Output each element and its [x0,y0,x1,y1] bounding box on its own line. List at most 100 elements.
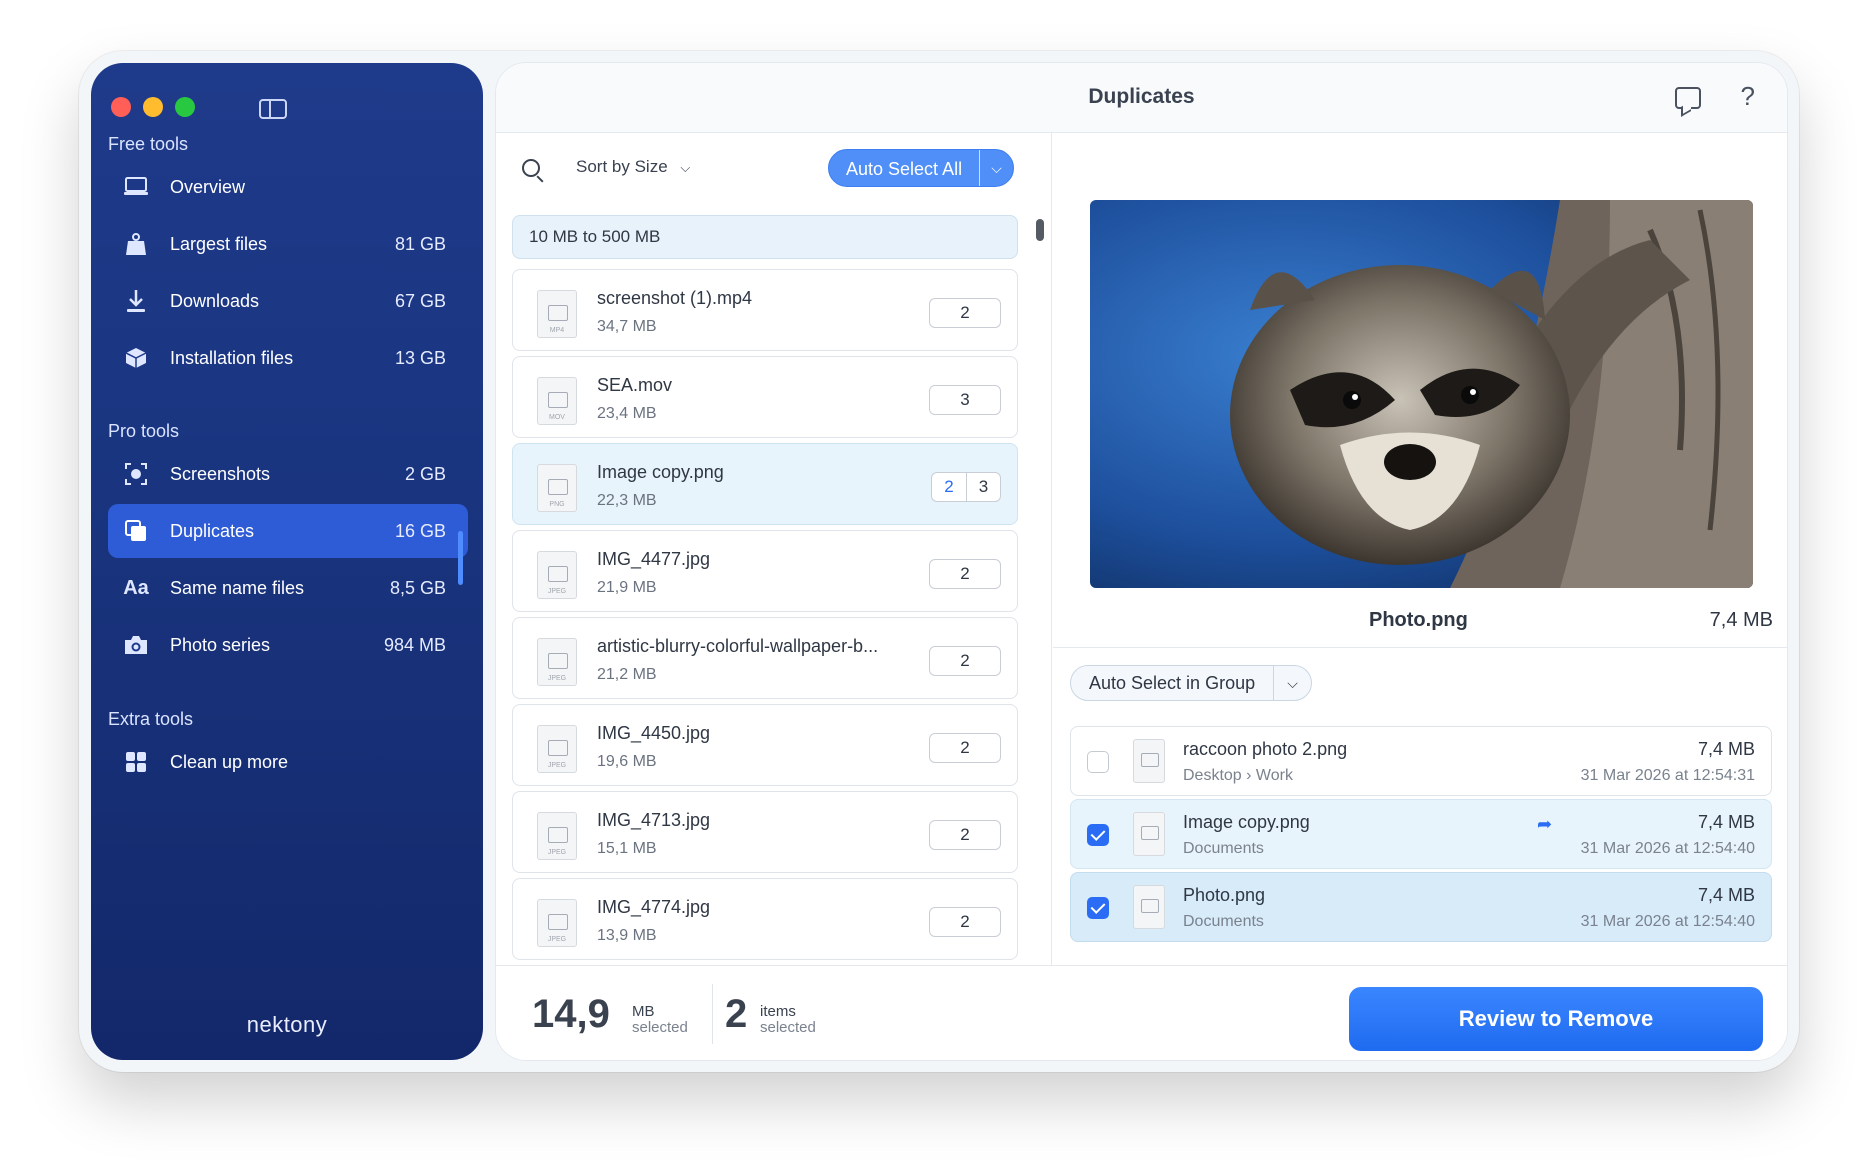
search-icon[interactable] [522,159,540,177]
sidebar-item-photo-series[interactable]: Photo series 984 MB [108,618,468,672]
minimize-window-button[interactable] [143,97,163,117]
select-checkbox-checked[interactable] [1087,897,1109,919]
sidebar-item-size: 2 GB [404,463,446,484]
scrollbar-thumb[interactable] [1036,219,1044,241]
sidebar-item-size: 67 GB [394,290,446,311]
image-file-icon: JPEG [537,812,577,860]
sidebar-item-clean-up-more[interactable]: Clean up more [108,735,468,789]
duplicate-file-name: Image copy.png [1183,812,1310,832]
duplicate-file-row-selected[interactable]: Photo.png Documents 7,4 MB 31 Mar 2026 a… [1070,872,1772,942]
file-row-selected[interactable]: PNG Image copy.png 22,3 MB 2 3 [512,443,1018,525]
sidebar-item-size: 984 MB [383,634,446,655]
file-row[interactable]: MOV SEA.mov 23,4 MB 3 [512,356,1018,438]
grid-icon [122,748,150,776]
sidebar-item-duplicates[interactable]: Duplicates 16 GB [108,504,468,558]
footer-divider [712,984,713,1044]
file-row[interactable]: JPEG IMG_4713.jpg 15,1 MB 2 [512,791,1018,873]
package-icon [122,344,150,372]
preview-panel: Photo.png 7,4 MB Auto Select in Group ⌵ … [1053,133,1787,965]
duplicate-file-date: 31 Mar 2026 at 12:54:40 [1580,840,1755,857]
review-to-remove-button[interactable]: Review to Remove [1349,987,1763,1051]
section-extra-tools: Extra tools [108,709,194,729]
sidebar-item-same-name-files[interactable]: Aa Same name files 8,5 GB [108,561,468,615]
image-file-icon [1133,812,1165,856]
selected-items-value: 2 [725,992,748,1036]
sidebar-item-label: Largest files [170,233,268,254]
selected-size-unit: MB selected [632,1003,688,1036]
file-size: 19,6 MB [597,753,657,770]
chevron-down-icon: ⌵ [680,160,691,175]
sidebar-item-label: Screenshots [170,463,271,484]
zoom-window-button[interactable] [175,97,195,117]
file-size: 13,9 MB [597,927,657,944]
duplicate-count-badge: 3 [929,385,1001,415]
laptop-icon [122,173,150,201]
file-name: Image copy.png [597,462,724,482]
select-checkbox[interactable] [1087,751,1109,773]
image-file-icon: JPEG [537,899,577,947]
duplicate-count-badge: 2 [929,820,1001,850]
footer-bar: 14,9 MB selected 2 items selected Review… [496,965,1787,1060]
duplicate-file-date: 31 Mar 2026 at 12:54:40 [1580,913,1755,930]
size-group-header[interactable]: 10 MB to 500 MB [512,215,1018,259]
selected-count: 2 [944,477,954,496]
file-row[interactable]: JPEG IMG_4450.jpg 19,6 MB 2 [512,704,1018,786]
image-file-icon: JPEG [537,725,577,773]
section-pro-tools: Pro tools [108,421,180,441]
selected-items-unit: items selected [760,1003,816,1036]
sort-dropdown[interactable]: Sort by Size ⌵ [576,157,690,177]
duplicate-file-path: Documents [1183,913,1264,930]
sidebar-item-label: Downloads [170,290,260,311]
auto-select-all-button[interactable]: Auto Select All ⌵ [828,149,1015,187]
duplicate-count-badge: 2 [929,298,1001,328]
sidebar-item-largest-files[interactable]: Largest files 81 GB [108,217,468,271]
feedback-icon[interactable] [1675,87,1701,109]
sidebar-item-screenshots[interactable]: Screenshots 2 GB [108,447,468,501]
file-name: IMG_4713.jpg [597,810,711,830]
sidebar-item-overview[interactable]: Overview [108,160,468,214]
duplicate-count-badge: 2 3 [931,472,1001,502]
file-row[interactable]: JPEG IMG_4477.jpg 21,9 MB 2 [512,530,1018,612]
chevron-down-icon[interactable]: ⌵ [1273,666,1311,700]
file-size: 21,2 MB [597,666,657,683]
share-arrow-icon[interactable]: ➦ [1537,814,1552,835]
close-window-button[interactable] [111,97,131,117]
auto-select-group-label: Auto Select in Group [1089,673,1256,693]
file-row[interactable]: MP4 screenshot (1).mp4 34,7 MB 2 [512,269,1018,351]
total-count: 3 [966,473,1000,501]
preview-file-size: 7,4 MB [1709,609,1773,631]
duplicate-file-row[interactable]: raccoon photo 2.png Desktop › Work 7,4 M… [1070,726,1772,796]
text-aa-icon: Aa [123,576,149,599]
title-bar: Duplicates ? [496,63,1787,133]
list-toolbar: Sort by Size ⌵ Auto Select All ⌵ [496,133,1051,203]
duplicate-count-badge: 2 [929,559,1001,589]
file-size: 23,4 MB [597,405,657,422]
file-row[interactable]: JPEG IMG_4774.jpg 13,9 MB 2 [512,878,1018,960]
sidebar-item-label: Duplicates [170,520,255,541]
chevron-down-icon[interactable]: ⌵ [979,150,1013,186]
app-window: Free tools Overview Largest files 81 GB … [79,51,1799,1072]
file-size: 15,1 MB [597,840,657,857]
duplicate-count-badge: 2 [929,646,1001,676]
help-icon[interactable]: ? [1741,81,1755,112]
sort-label: Sort by Size [576,157,668,176]
duplicate-count-badge: 2 [929,733,1001,763]
auto-select-in-group-button[interactable]: Auto Select in Group ⌵ [1070,665,1313,701]
file-name: IMG_4477.jpg [597,549,711,569]
sidebar-item-size: 81 GB [394,233,446,254]
camera-icon [122,631,150,659]
nektony-logo: nektony [246,1012,328,1037]
section-free-tools: Free tools [108,134,189,154]
sidebar-item-downloads[interactable]: Downloads 67 GB [108,274,468,328]
duplicate-count-badge: 2 [929,907,1001,937]
file-row[interactable]: JPEG artistic-blurry-colorful-wallpaper-… [512,617,1018,699]
file-name: SEA.mov [597,375,673,395]
divider [1053,647,1787,648]
sidebar-item-label: Photo series [170,634,271,655]
duplicate-file-size: 7,4 MB [1697,739,1755,759]
video-file-icon: MP4 [537,290,577,338]
duplicate-file-row[interactable]: Image copy.png Documents ➦ 7,4 MB 31 Mar… [1070,799,1772,869]
sidebar-item-installation-files[interactable]: Installation files 13 GB [108,331,468,385]
select-checkbox-checked[interactable] [1087,824,1109,846]
sidebar-toggle-icon[interactable] [259,99,287,119]
